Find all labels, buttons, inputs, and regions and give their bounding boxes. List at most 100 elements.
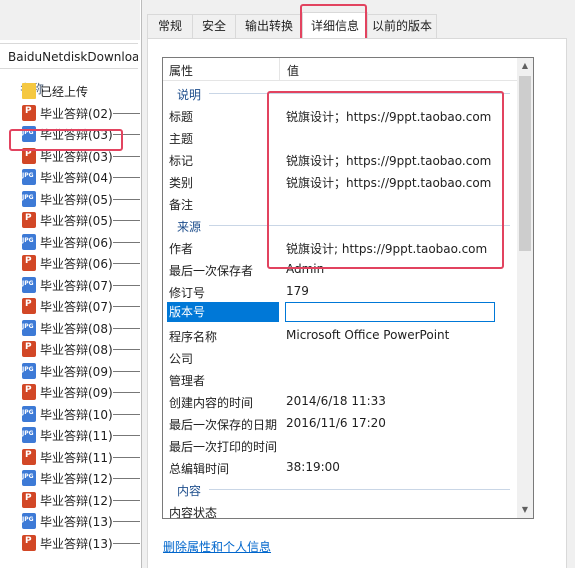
file-list-item[interactable]: 毕业答辩(11) [0, 446, 140, 468]
file-list-item[interactable]: 毕业答辩(13) [0, 532, 140, 554]
group-divider-line [209, 489, 510, 490]
scrollbar-thumb[interactable] [519, 76, 531, 251]
property-name: 类别 [169, 176, 194, 190]
property-name: 管理者 [169, 374, 206, 388]
property-name: 版本号 [167, 302, 279, 322]
truncation-line [113, 349, 140, 350]
jpg-file-icon [22, 362, 36, 379]
file-list-item[interactable]: 毕业答辩(13) [0, 510, 140, 532]
file-list-item[interactable]: 毕业答辩(08) [0, 338, 140, 360]
file-name: 毕业答辩(07) [40, 278, 113, 293]
file-list-item[interactable]: 毕业答辩(05) [0, 188, 140, 210]
file-list-item[interactable]: 毕业答辩(06) [0, 252, 140, 274]
property-name: 主题 [169, 132, 194, 146]
ppt-file-icon [22, 341, 36, 357]
file-list-item[interactable]: 毕业答辩(07) [0, 295, 140, 317]
property-value: 2016/11/6 17:20 [286, 416, 386, 430]
explorer-pane: BaiduNetdiskDownload 名称 已经上传毕业答辩(02)毕业答辩… [0, 0, 140, 568]
file-name: 毕业答辩(02) [40, 106, 113, 121]
property-row[interactable]: 内容状态 [163, 500, 518, 518]
property-row[interactable]: 总编辑时间 38:19:00 [163, 456, 518, 478]
file-name: 毕业答辩(05) [40, 214, 113, 228]
ppt-file-icon [22, 448, 36, 465]
remove-properties-link[interactable]: 删除属性和个人信息 [163, 538, 271, 555]
tab-security[interactable]: 安全 [192, 14, 236, 38]
truncation-line [113, 370, 140, 372]
scroll-down-arrow-icon[interactable]: ▼ [517, 502, 533, 518]
truncation-line [113, 198, 140, 200]
tab-general[interactable]: 常规 [147, 14, 193, 38]
ppt-file-icon [22, 491, 36, 508]
file-list-item[interactable]: 毕业答辩(04) [0, 166, 140, 188]
file-list-item[interactable]: 毕业答辩(09) [0, 360, 140, 382]
file-name: 毕业答辩(12) [40, 493, 113, 508]
properties-dialog: 常规 安全 输出转换 详细信息 以前的版本 属性 值 说明 标题 锐旗设计；http… [141, 0, 575, 568]
file-list-item[interactable]: 毕业答辩(12) [0, 467, 140, 489]
property-name: 作者 [169, 242, 194, 256]
folder-icon [22, 83, 36, 99]
property-row[interactable]: 最后一次打印的时间 [163, 434, 518, 456]
ppt-file-icon [22, 384, 36, 400]
property-name: 最后一次保存者 [169, 264, 254, 278]
file-list-item[interactable]: 毕业答辩(10) [0, 403, 140, 425]
property-value-edit-field[interactable] [285, 302, 495, 322]
truncation-line [113, 263, 140, 264]
property-name: 总编辑时间 [169, 462, 230, 476]
truncation-line [113, 112, 140, 114]
file-list-item[interactable]: 毕业答辩(11) [0, 424, 140, 446]
property-value: 38:19:00 [286, 460, 340, 474]
value-column-header[interactable]: 值 [287, 62, 299, 79]
ppt-file-icon [22, 104, 36, 121]
vertical-scrollbar[interactable]: ▲ ▼ [517, 58, 533, 518]
details-tab-highlight [300, 4, 367, 42]
property-row[interactable]: 管理者 [163, 368, 518, 390]
property-row[interactable]: 公司 [163, 346, 518, 368]
property-row[interactable]: 版本号 [163, 302, 518, 324]
file-name: 毕业答辩(08) [40, 343, 113, 357]
property-column-header[interactable]: 属性 [169, 62, 193, 79]
property-name: 最后一次保存的日期 [169, 418, 278, 432]
column-divider[interactable] [279, 58, 280, 80]
file-name: 已经上传 [40, 85, 89, 99]
group-label: 来源 [177, 220, 202, 234]
property-row[interactable]: 程序名称 Microsoft Office PowerPoint [163, 324, 518, 346]
property-group-header[interactable]: 内容 [163, 478, 518, 500]
property-name: 标记 [169, 154, 194, 168]
group-label: 说明 [177, 88, 202, 102]
file-name: 毕业答辩(07) [40, 300, 113, 314]
address-bar[interactable]: BaiduNetdiskDownload [0, 43, 138, 69]
file-list-item[interactable]: 毕业答辩(02) [0, 102, 140, 124]
truncation-line [113, 456, 140, 458]
file-list-item[interactable]: 毕业答辩(12) [0, 489, 140, 511]
ppt-file-icon [22, 255, 36, 271]
file-name: 毕业答辩(08) [40, 321, 113, 336]
property-value: 179 [286, 284, 309, 298]
jpg-file-icon [22, 427, 36, 443]
file-list-item[interactable]: 毕业答辩(06) [0, 231, 140, 253]
file-list-item[interactable]: 毕业答辩(08) [0, 317, 140, 339]
jpg-file-icon [22, 276, 36, 293]
truncation-line [113, 499, 140, 501]
jpg-file-icon [22, 513, 36, 529]
file-name: 毕业答辩(12) [40, 472, 113, 486]
property-row[interactable]: 创建内容的时间 2014/6/18 11:33 [163, 390, 518, 412]
file-list-item[interactable]: 已经上传 [0, 80, 140, 102]
tab-output-conversion[interactable]: 输出转换 [235, 14, 303, 38]
group-label: 内容 [177, 484, 202, 498]
scroll-up-arrow-icon[interactable]: ▲ [517, 58, 533, 74]
property-row[interactable]: 最后一次保存的日期 2016/11/6 17:20 [163, 412, 518, 434]
jpg-file-icon [22, 233, 36, 250]
truncation-line [113, 177, 140, 178]
file-list-item[interactable]: 毕业答辩(07) [0, 274, 140, 296]
file-list-item[interactable]: 毕业答辩(05) [0, 209, 140, 231]
file-list-item[interactable]: 毕业答辩(09) [0, 381, 140, 403]
property-name: 创建内容的时间 [169, 396, 254, 410]
truncation-line [113, 542, 140, 544]
property-row[interactable]: 修订号 179 [163, 280, 518, 302]
truncation-line [113, 413, 140, 415]
ppt-file-icon [22, 534, 36, 551]
truncation-line [113, 155, 140, 157]
selected-file-highlight [9, 129, 123, 151]
file-name: 毕业答辩(09) [40, 364, 113, 379]
tab-previous-versions[interactable]: 以前的版本 [367, 14, 437, 38]
